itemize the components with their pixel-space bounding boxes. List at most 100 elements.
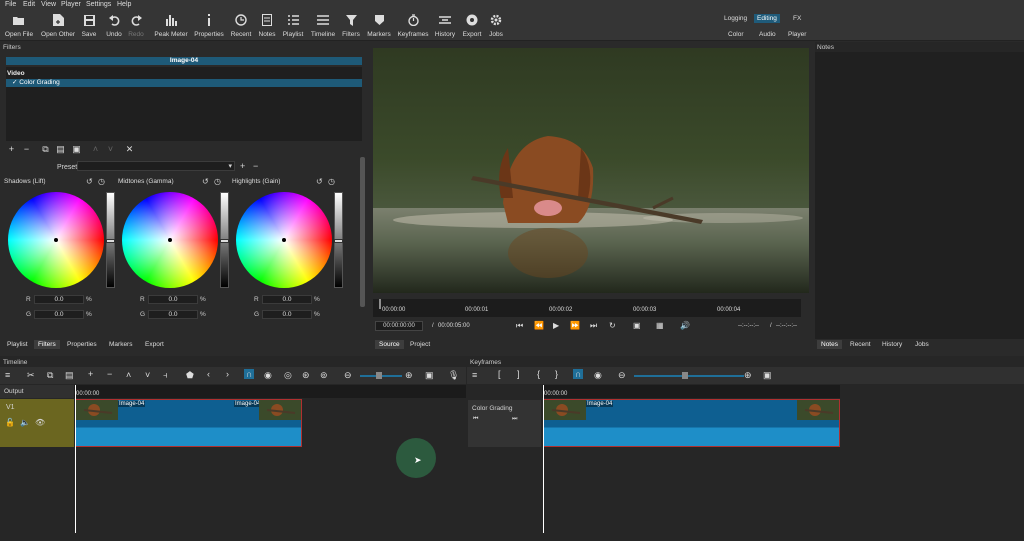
play-icon[interactable]: ▶ (553, 321, 559, 330)
slider-handle[interactable] (334, 239, 343, 243)
mode-player[interactable]: Player (785, 30, 809, 39)
volume-icon[interactable]: 🔊 (680, 321, 690, 330)
remove-filter-icon[interactable]: − (21, 144, 32, 155)
wheel-cursor[interactable] (282, 238, 286, 242)
rewind-icon[interactable]: ⏪ (534, 321, 544, 330)
keyframes-clip[interactable]: Image-04 (543, 399, 840, 447)
mute-icon[interactable]: 🔈 (20, 418, 30, 427)
tab-properties[interactable]: Properties (63, 340, 101, 349)
shadows-color-wheel[interactable] (8, 192, 104, 288)
keyframe-toggle-icon[interactable]: ◷ (214, 177, 221, 186)
timeline-ruler[interactable]: 00:00:00 (74, 385, 466, 398)
menu-view[interactable]: View (41, 1, 56, 8)
midtones-color-wheel[interactable] (122, 192, 218, 288)
mode-logging[interactable]: Logging (721, 14, 750, 23)
timeline-button[interactable]: Timeline (309, 12, 337, 40)
menu-file[interactable]: File (5, 1, 16, 8)
add-preset-icon[interactable]: + (240, 161, 245, 171)
filters-button[interactable]: Filters (341, 12, 361, 40)
slider-handle[interactable] (106, 239, 115, 243)
export-button[interactable]: Export (461, 12, 483, 40)
mode-editing[interactable]: Editing (754, 14, 780, 23)
menu-settings[interactable]: Settings (86, 1, 111, 8)
slider-handle[interactable] (376, 372, 382, 379)
playlist-button[interactable]: Playlist (282, 12, 304, 40)
midtones-g-value[interactable]: 0.0 (148, 310, 198, 319)
paste-icon[interactable]: ▤ (65, 370, 74, 381)
menu-help[interactable]: Help (117, 1, 131, 8)
zoom-fit-icon[interactable]: ▣ (425, 370, 434, 381)
remove-icon[interactable]: − (107, 369, 112, 379)
marker-icon[interactable]: ⬟ (186, 370, 194, 381)
keyframe-toggle-icon[interactable]: ◷ (98, 177, 105, 186)
add-filter-icon[interactable]: + (6, 144, 17, 155)
zoom-slider[interactable] (360, 372, 402, 379)
shadows-r-value[interactable]: 0.0 (34, 295, 84, 304)
zoom-in-icon[interactable]: ⊕ (744, 370, 752, 381)
zoom-fit-icon[interactable]: ▣ (763, 370, 772, 381)
recent-button[interactable]: Recent (230, 12, 252, 40)
mode-fx[interactable]: FX (790, 14, 804, 23)
menu-icon[interactable]: ≡ (5, 370, 10, 380)
copy-icon[interactable]: ⧉ (47, 370, 53, 381)
slider-handle[interactable] (682, 372, 688, 379)
markers-button[interactable]: Markers (366, 12, 392, 40)
properties-button[interactable]: Properties (194, 12, 224, 40)
highlights-r-value[interactable]: 0.0 (262, 295, 312, 304)
grid-icon[interactable]: ▦ (656, 321, 664, 330)
copy-filter-icon[interactable]: ⧉ (40, 144, 51, 155)
keyframes-ruler[interactable]: 00:00:00 (542, 385, 840, 398)
midtones-r-value[interactable]: 0.0 (148, 295, 198, 304)
tab-markers[interactable]: Markers (105, 340, 136, 349)
midtones-level-slider[interactable] (220, 192, 229, 288)
previous-keyframe-icon[interactable]: { (537, 369, 540, 379)
ripple-markers-icon[interactable]: ⊚ (320, 370, 328, 381)
jobs-button[interactable]: Jobs (487, 12, 505, 40)
tab-filters[interactable]: Filters (34, 340, 60, 349)
preset-select[interactable]: ▾ (77, 161, 235, 171)
reset-icon[interactable]: ↺ (86, 177, 93, 186)
tab-notes[interactable]: Notes (817, 340, 842, 349)
zoom-in-icon[interactable]: ⊕ (405, 370, 413, 381)
reset-icon[interactable]: ↺ (316, 177, 323, 186)
filter-item-color-grading[interactable]: ✓ Color Grading (6, 79, 362, 87)
slider-handle[interactable] (220, 239, 229, 243)
zoom-slider[interactable] (634, 372, 744, 379)
peak-meter-button[interactable]: Peak Meter (153, 12, 189, 40)
ripple-all-icon[interactable]: ⊛ (302, 370, 310, 381)
keyframes-button[interactable]: Keyframes (397, 12, 429, 40)
highlights-level-slider[interactable] (334, 192, 343, 288)
next-keyframe-icon[interactable]: } (555, 369, 558, 379)
tab-playlist[interactable]: Playlist (3, 340, 32, 349)
split-icon[interactable]: ⫞ (163, 370, 168, 381)
tab-export[interactable]: Export (141, 340, 168, 349)
previous-keyframe-icon[interactable]: ⏮ (473, 416, 478, 423)
ripple-icon[interactable]: ◎ (284, 370, 292, 381)
next-keyframe-icon[interactable]: ⏭ (512, 416, 517, 423)
fast-forward-icon[interactable]: ⏩ (570, 321, 580, 330)
mode-audio[interactable]: Audio (756, 30, 779, 39)
mode-color[interactable]: Color (725, 30, 747, 39)
zoom-out-icon[interactable]: ⊖ (618, 370, 626, 381)
zoom-icon[interactable]: ▣ (633, 321, 641, 330)
tab-project[interactable]: Project (406, 340, 434, 349)
paste-filter-icon[interactable]: ▤ (55, 144, 66, 155)
snap-icon[interactable]: ∩ (244, 369, 255, 379)
lift-icon[interactable]: ˄ (126, 370, 131, 380)
lock-icon[interactable]: 🔓 (5, 418, 15, 427)
notes-button[interactable]: Notes (257, 12, 277, 40)
filters-scrollbar[interactable] (360, 157, 365, 307)
scrub-icon[interactable]: ◉ (264, 370, 272, 381)
trim-in-icon[interactable]: [ (498, 369, 501, 379)
history-button[interactable]: History (433, 12, 457, 40)
menu-edit[interactable]: Edit (23, 1, 35, 8)
record-audio-icon[interactable]: 🎙 (448, 370, 459, 381)
video-preview[interactable] (373, 48, 809, 293)
save-preset-icon[interactable]: ▣ (71, 144, 82, 155)
snap-icon[interactable]: ∩ (573, 369, 584, 379)
reset-icon[interactable]: ↺ (202, 177, 209, 186)
player-scrubber[interactable]: 00:00:00 00:00:01 00:00:02 00:00:03 00:0… (373, 299, 801, 317)
overwrite-icon[interactable]: ˅ (145, 370, 150, 380)
tab-recent[interactable]: Recent (846, 340, 875, 349)
zoom-out-icon[interactable]: ⊖ (344, 370, 352, 381)
